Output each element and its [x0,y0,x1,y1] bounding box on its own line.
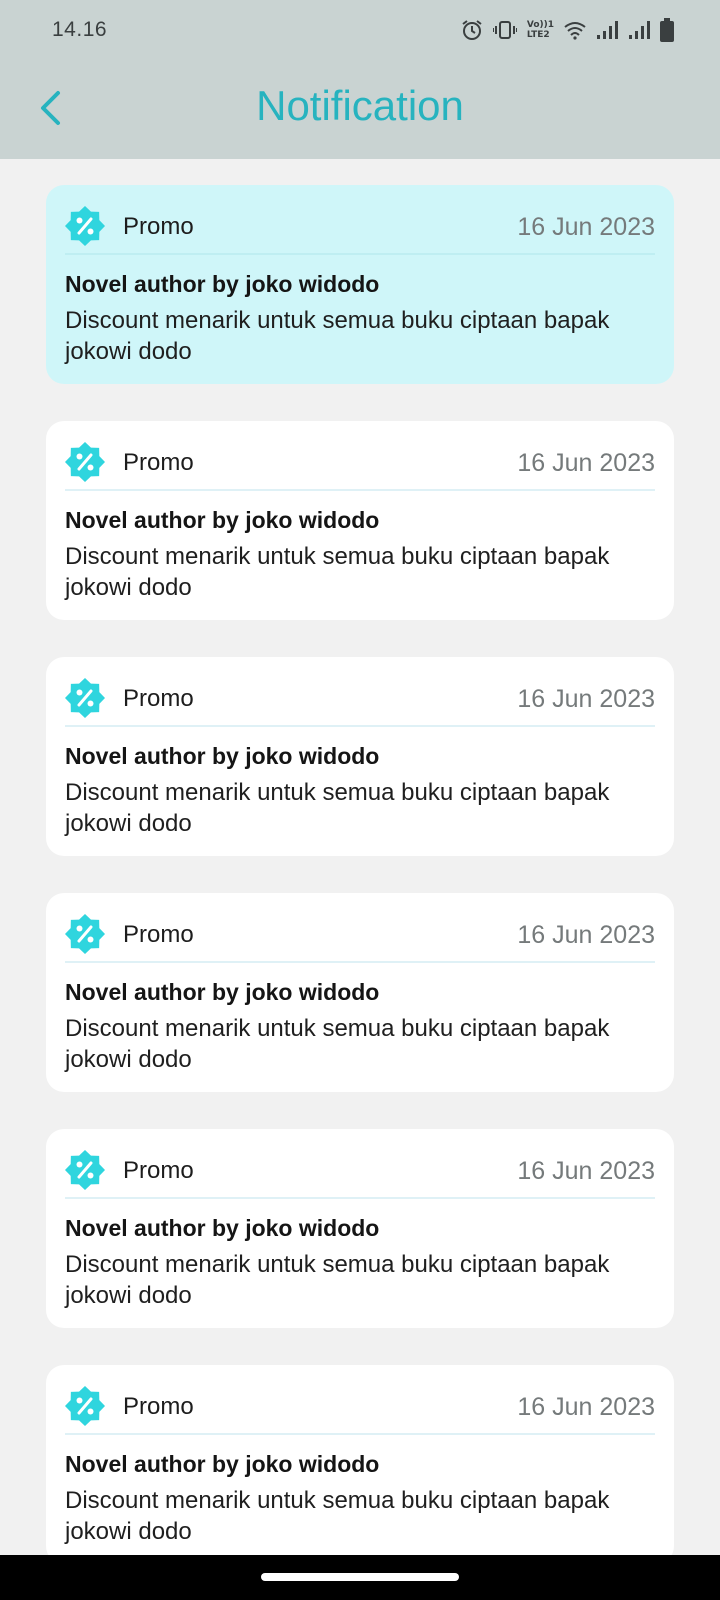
notification-type: Promo [123,1393,194,1420]
notification-type: Promo [123,449,194,476]
notification-header: Promo 16 Jun 2023 [65,203,655,255]
notification-title: Novel author by joko widodo [65,507,380,533]
notification-title: Novel author by joko widodo [65,979,380,1005]
notification-type: Promo [123,921,194,948]
status-time: 14.16 [52,18,108,41]
notification-card[interactable]: Promo 16 Jun 2023 Novel author by joko w… [46,421,674,620]
discount-badge-icon [65,914,105,954]
discount-badge-icon [65,1386,105,1426]
alarm-icon [462,20,482,40]
app-header: 14.16 Vo))1 LTE2 Notification [0,0,720,159]
notification-date: 16 Jun 2023 [517,921,655,949]
notification-date: 16 Jun 2023 [517,213,655,241]
notification-body: Discount menarik untuk semua buku ciptaa… [65,307,610,365]
notification-title: Novel author by joko widodo [65,1215,380,1241]
notification-body: Discount menarik untuk semua buku ciptaa… [65,543,610,601]
discount-badge-icon [65,1150,105,1190]
home-indicator[interactable] [261,1573,459,1581]
notification-title: Novel author by joko widodo [65,1451,380,1477]
notification-body: Discount menarik untuk semua buku ciptaa… [65,1487,610,1545]
system-nav-bar [0,1555,720,1600]
notification-card[interactable]: Promo 16 Jun 2023 Novel author by joko w… [46,1129,674,1328]
notification-title: Novel author by joko widodo [65,271,380,297]
notification-date: 16 Jun 2023 [517,685,655,713]
notification-title: Novel author by joko widodo [65,743,380,769]
notification-type: Promo [123,1157,194,1184]
notification-body: Discount menarik untuk semua buku ciptaa… [65,1251,610,1309]
discount-badge-icon [65,206,105,246]
volte-icon: Vo))1 LTE2 [527,20,554,40]
notification-header: Promo 16 Jun 2023 [65,439,655,491]
status-icons: Vo))1 LTE2 [461,14,674,46]
notification-card[interactable]: Promo 16 Jun 2023 Novel author by joko w… [46,185,674,384]
notification-type: Promo [123,685,194,712]
notification-type: Promo [123,213,194,240]
vibrate-icon [492,21,517,39]
notification-date: 16 Jun 2023 [517,449,655,477]
battery-icon [660,18,674,42]
discount-badge-icon [65,678,105,718]
signal-icon [629,21,650,39]
signal-icon [597,21,618,39]
discount-badge-icon [65,442,105,482]
notification-list: Promo 16 Jun 2023 Novel author by joko w… [46,185,674,1600]
notification-header: Promo 16 Jun 2023 [65,1383,655,1435]
notification-card[interactable]: Promo 16 Jun 2023 Novel author by joko w… [46,893,674,1092]
notification-body: Discount menarik untuk semua buku ciptaa… [65,779,610,837]
notification-header: Promo 16 Jun 2023 [65,675,655,727]
notification-date: 16 Jun 2023 [517,1157,655,1185]
notification-body: Discount menarik untuk semua buku ciptaa… [65,1015,610,1073]
notification-card[interactable]: Promo 16 Jun 2023 Novel author by joko w… [46,657,674,856]
volte-line-1: Vo))1 [526,20,554,30]
wifi-icon [564,22,586,40]
notification-date: 16 Jun 2023 [517,1393,655,1421]
notification-header: Promo 16 Jun 2023 [65,911,655,963]
volte-line-2: LTE2 [526,30,550,40]
notification-header: Promo 16 Jun 2023 [65,1147,655,1199]
page-title: Notification [256,82,464,129]
notification-card[interactable]: Promo 16 Jun 2023 Novel author by joko w… [46,1365,674,1564]
